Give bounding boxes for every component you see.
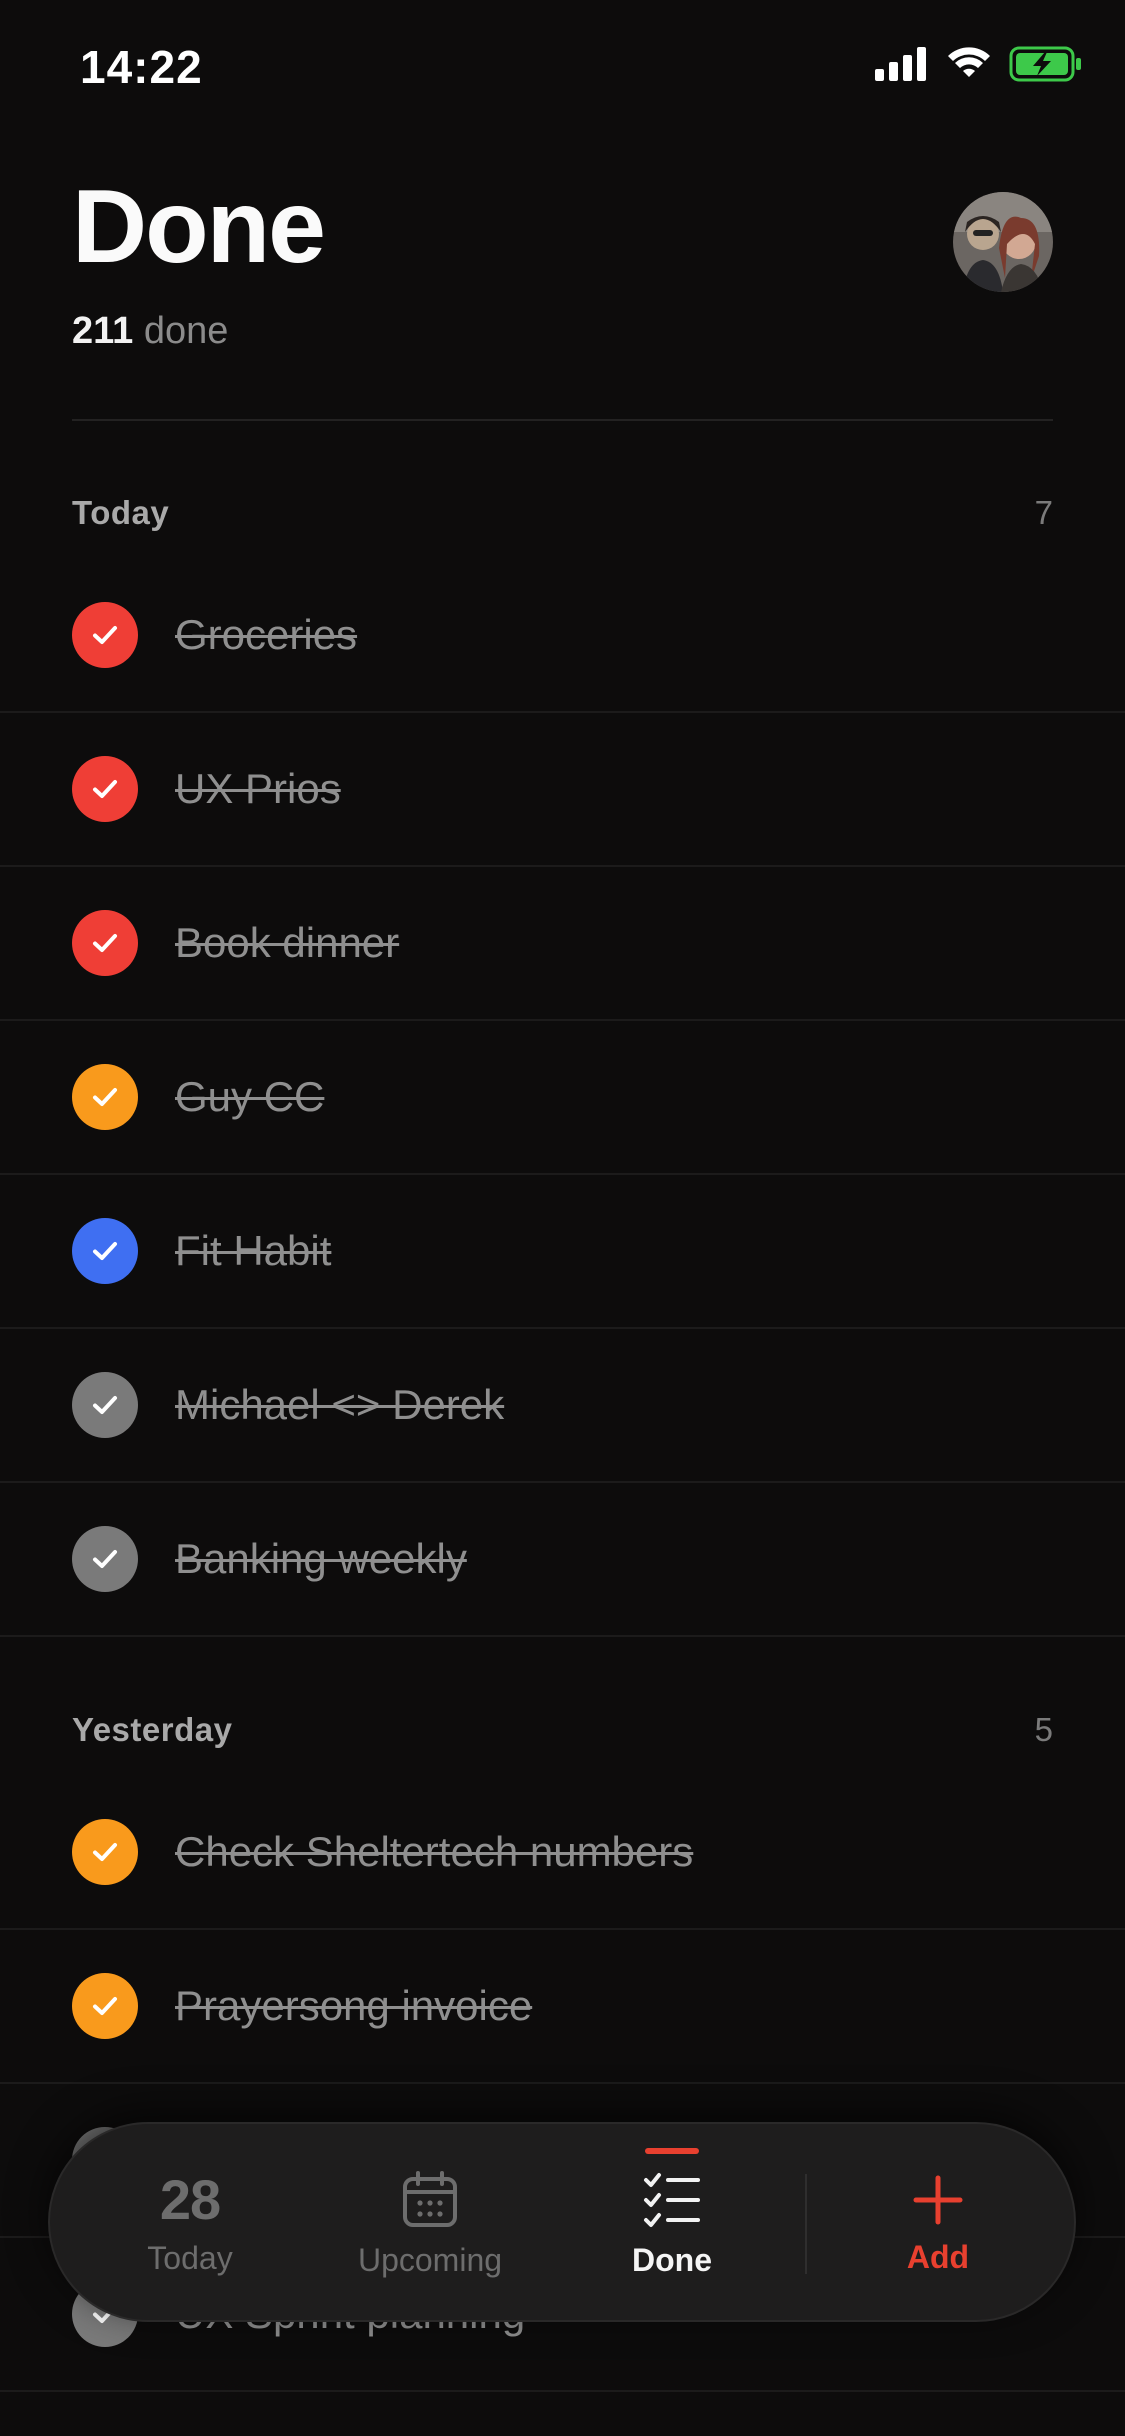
tab-label: Add xyxy=(906,2238,970,2275)
status-icons xyxy=(875,46,1083,82)
completed-checkbox[interactable] xyxy=(72,756,138,822)
task-row[interactable]: Michael <> Derek xyxy=(0,1329,1125,1483)
checkmark-icon xyxy=(93,934,117,952)
avatar[interactable] xyxy=(953,192,1053,292)
done-count: 211 done xyxy=(72,310,1053,353)
task-row[interactable]: Check Sheltertech numbers xyxy=(0,1776,1125,1930)
checkmark-icon xyxy=(93,1242,117,1260)
section-count: 5 xyxy=(1034,1711,1053,1748)
task-title: Groceries xyxy=(175,611,358,658)
tab-done[interactable]: Done xyxy=(572,2124,772,2324)
cellular-signal-icon xyxy=(875,47,926,81)
calendar-icon xyxy=(403,2170,457,2227)
task-title: Check Sheltertech numbers xyxy=(175,1828,694,1875)
active-tab-indicator xyxy=(645,2148,699,2154)
avatar-image xyxy=(953,192,1053,292)
checkmark-icon xyxy=(93,1088,117,1106)
section-header-yesterday: Yesterday 5 xyxy=(72,1705,1053,1755)
task-title: Michael <> Derek xyxy=(175,1381,505,1428)
plus-icon xyxy=(913,2175,963,2224)
page-title: Done xyxy=(72,169,326,285)
completed-checkbox[interactable] xyxy=(72,1973,138,2039)
section-count: 7 xyxy=(1034,494,1053,531)
completed-checkbox[interactable] xyxy=(72,1218,138,1284)
tab-separator xyxy=(805,2174,807,2274)
section-title: Today xyxy=(72,494,170,531)
completed-checkbox[interactable] xyxy=(72,602,138,668)
task-row[interactable]: Book dinner xyxy=(0,867,1125,1021)
task-row[interactable]: Guy CC xyxy=(0,1021,1125,1175)
task-row[interactable]: Banking weekly xyxy=(0,1483,1125,1637)
page-header: Done 211 done xyxy=(72,170,1053,353)
checkmark-icon xyxy=(93,1550,117,1568)
wifi-icon xyxy=(948,47,990,77)
tab-label: Today xyxy=(147,2239,233,2276)
tab-upcoming[interactable]: Upcoming xyxy=(330,2124,530,2324)
completed-checkbox[interactable] xyxy=(72,1526,138,1592)
completed-checkbox[interactable] xyxy=(72,1372,138,1438)
completed-checkbox[interactable] xyxy=(72,1064,138,1130)
checkmark-icon xyxy=(93,780,117,798)
tab-today[interactable]: 28 Today xyxy=(90,2124,290,2324)
checkmark-icon xyxy=(93,1997,117,2015)
battery-charging-icon xyxy=(1009,46,1081,82)
section-header-today: Today 7 xyxy=(72,488,1053,538)
task-row[interactable]: UX Prios xyxy=(0,713,1125,867)
checklist-icon xyxy=(644,2172,700,2227)
status-time: 14:22 xyxy=(80,41,203,93)
section-title: Yesterday xyxy=(72,1711,233,1748)
task-title: Book dinner xyxy=(175,919,400,966)
checkmark-icon xyxy=(93,626,117,644)
tab-label: Done xyxy=(632,2241,712,2278)
checkmark-icon xyxy=(93,1843,117,1861)
task-row[interactable]: Prayersong invoice xyxy=(0,1930,1125,2084)
task-row[interactable]: Groceries xyxy=(0,559,1125,713)
task-title: Fit Habit xyxy=(175,1227,332,1274)
task-list-today: Groceries UX Prios Book dinner Guy CC Fi… xyxy=(0,559,1125,1637)
today-day-number: 28 xyxy=(159,2167,221,2231)
completed-checkbox[interactable] xyxy=(72,1819,138,1885)
checkmark-icon xyxy=(93,1396,117,1414)
done-count-number: 211 xyxy=(72,310,134,353)
task-title: Prayersong invoice xyxy=(175,1982,533,2029)
task-title: Banking weekly xyxy=(175,1535,467,1582)
tab-label: Upcoming xyxy=(357,2241,503,2278)
completed-checkbox[interactable] xyxy=(72,910,138,976)
task-title: UX Prios xyxy=(175,765,341,812)
add-button[interactable]: Add xyxy=(838,2124,1038,2324)
done-count-label: done xyxy=(143,310,229,353)
tab-bar: 28 Today Upcoming Done Add xyxy=(48,2122,1076,2322)
task-row[interactable]: Fit Habit xyxy=(0,1175,1125,1329)
status-bar: 14:22 xyxy=(0,0,1125,140)
header-divider xyxy=(72,419,1053,421)
task-title: Guy CC xyxy=(175,1073,325,1120)
